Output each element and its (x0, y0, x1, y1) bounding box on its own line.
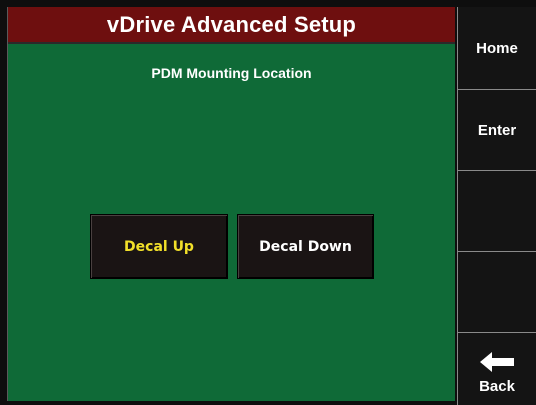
enter-button[interactable]: Enter (457, 89, 536, 170)
main-panel: vDrive Advanced Setup PDM Mounting Locat… (7, 7, 455, 401)
sidebar: Home Enter Back (457, 7, 536, 405)
back-label: Back (479, 377, 515, 395)
home-label: Home (476, 39, 518, 57)
title-bar: vDrive Advanced Setup (8, 7, 455, 44)
home-button[interactable]: Home (457, 7, 536, 89)
decal-down-button[interactable]: Decal Down (237, 214, 374, 279)
page-title: vDrive Advanced Setup (106, 11, 357, 37)
decal-up-button[interactable]: Decal Up (90, 214, 228, 279)
app-frame: vDrive Advanced Setup PDM Mounting Locat… (0, 0, 536, 405)
decal-up-label: Decal Up (124, 238, 194, 255)
blank-soft-key-2[interactable] (457, 251, 536, 332)
blank-soft-key-1[interactable] (457, 170, 536, 251)
screen-subtitle: PDM Mounting Location (151, 65, 312, 81)
decal-down-label: Decal Down (259, 238, 352, 255)
back-button[interactable]: Back (457, 332, 536, 405)
back-arrow-icon (480, 351, 514, 372)
enter-label: Enter (477, 121, 517, 139)
